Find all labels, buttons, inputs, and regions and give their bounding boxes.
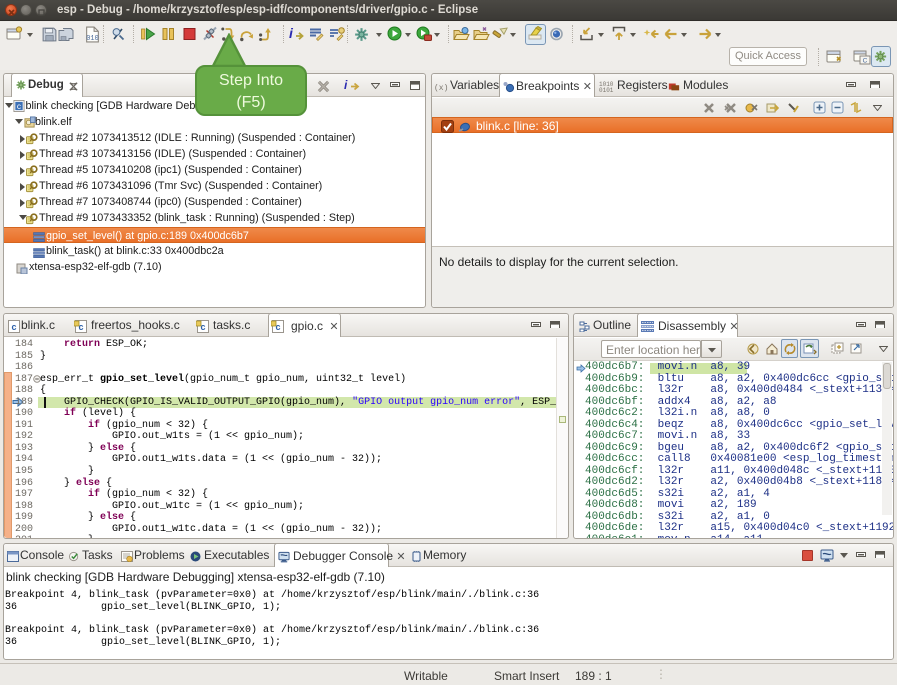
svg-text:(x)=: (x)=: [434, 84, 448, 92]
svg-text:c: c: [11, 322, 16, 332]
svg-text:C: C: [863, 58, 868, 65]
svg-text:010: 010: [86, 35, 98, 43]
svg-text:0101: 0101: [599, 87, 614, 92]
svg-text:c: c: [17, 101, 21, 111]
